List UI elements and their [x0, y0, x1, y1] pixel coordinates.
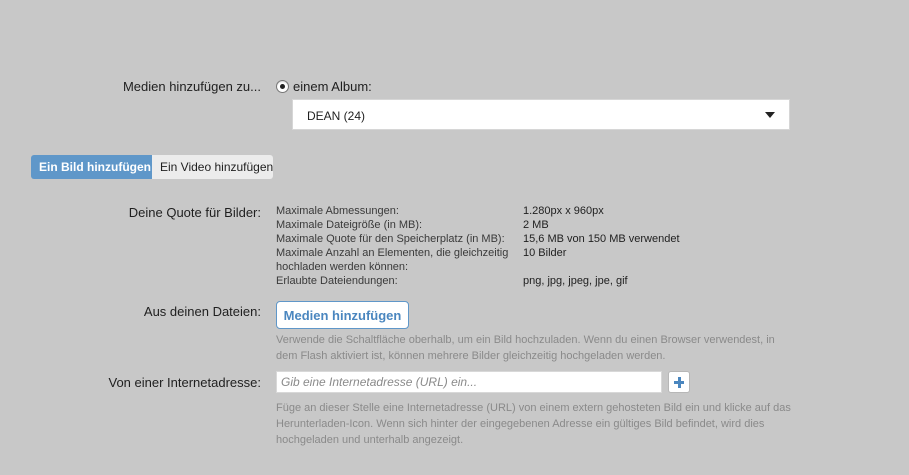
album-select-value: DEAN (24) — [307, 109, 366, 123]
url-input[interactable] — [276, 371, 662, 393]
album-radio-option[interactable]: einem Album: — [276, 79, 372, 94]
add-media-button[interactable]: Medien hinzufügen — [276, 301, 409, 329]
quota-key: Maximale Anzahl an Elementen, die gleich… — [276, 247, 509, 273]
files-label: Aus deinen Dateien: — [143, 304, 261, 319]
quota-row: Maximale Abmessungen: 1.280px x 960px — [276, 204, 604, 218]
quota-value: 15,6 MB von 150 MB verwendet — [523, 233, 680, 245]
files-hint: Verwende die Schaltfläche oberhalb, um e… — [276, 334, 775, 362]
tab-add-video[interactable]: Ein Video hinzufügen — [152, 155, 273, 179]
quota-value: 10 Bilder — [523, 247, 567, 259]
quota-row: Maximale Dateigröße (in MB): 2 MB — [276, 218, 549, 232]
quota-table: Maximale Abmessungen: 1.280px x 960px Ma… — [276, 204, 680, 288]
quota-key: Maximale Dateigröße (in MB): — [276, 219, 423, 231]
quota-row: Maximale Quote für den Speicherplatz (in… — [276, 232, 680, 246]
tab-add-image[interactable]: Ein Bild hinzufügen — [31, 155, 152, 179]
album-radio-button[interactable] — [276, 80, 289, 93]
album-radio-label: einem Album: — [293, 79, 372, 94]
quota-value: 1.280px x 960px — [523, 205, 604, 217]
quota-key: Erlaubte Dateiendungen: — [276, 275, 398, 287]
quota-value: 2 MB — [523, 219, 549, 231]
add-url-button[interactable] — [668, 371, 690, 393]
quota-key: Maximale Abmessungen: — [276, 205, 399, 217]
quota-label: Deine Quote für Bilder: — [128, 205, 261, 220]
quota-value: png, jpg, jpeg, jpe, gif — [523, 275, 628, 287]
quota-row: Erlaubte Dateiendungen: png, jpg, jpeg, … — [276, 274, 628, 288]
url-hint: Füge an dieser Stelle eine Internetadres… — [276, 402, 791, 446]
quota-key: Maximale Quote für den Speicherplatz (in… — [276, 233, 505, 245]
quota-row: Maximale Anzahl an Elementen, die gleich… — [276, 246, 566, 274]
url-label: Von einer Internetadresse: — [108, 375, 262, 390]
media-target-label: Medien hinzufügen zu... — [122, 79, 261, 94]
album-select[interactable]: DEAN (24) — [292, 99, 790, 130]
chevron-down-icon — [765, 112, 775, 118]
